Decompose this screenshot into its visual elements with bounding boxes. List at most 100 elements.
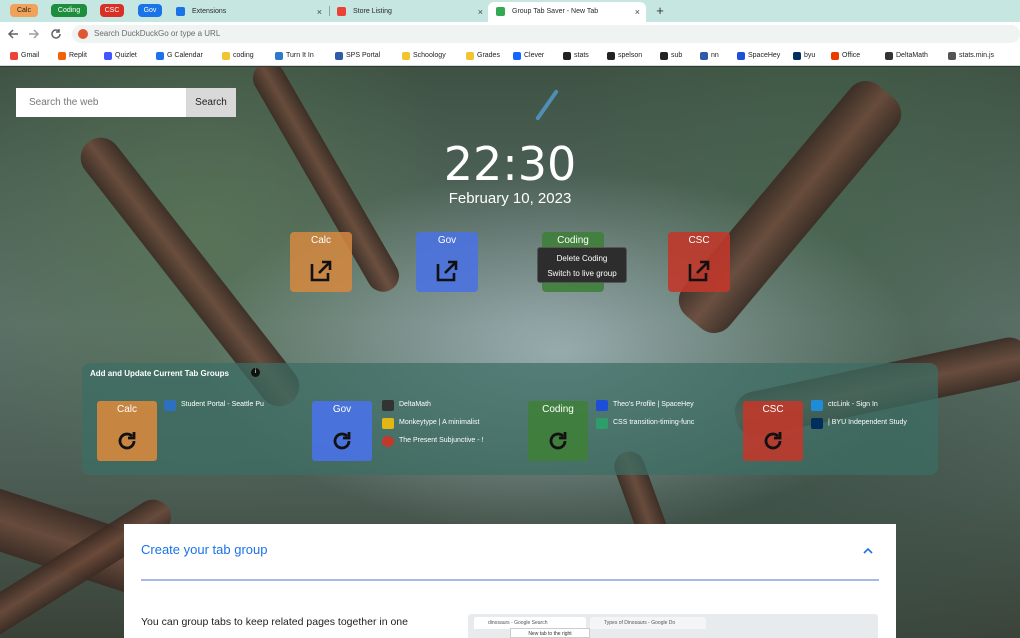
bookmark-label: spelson — [618, 52, 643, 59]
open-external-icon — [436, 260, 458, 282]
bookmark-deltamath[interactable]: DeltaMath — [885, 50, 928, 62]
tab-group-chip-coding[interactable]: Coding — [51, 4, 87, 17]
info-icon[interactable]: i — [251, 368, 260, 377]
refresh-icon — [549, 432, 567, 450]
tile-label: Coding — [557, 235, 589, 246]
bookmark-label: nn — [711, 52, 719, 59]
bookmark-replit[interactable]: Replit — [58, 50, 87, 62]
new-tab-page: Search the web Search 22:30 February 10,… — [0, 67, 1020, 638]
bookmark-label: SpaceHey — [748, 52, 781, 59]
bookmark-quizlet[interactable]: Quizlet — [104, 50, 137, 62]
duckduckgo-icon — [78, 29, 88, 39]
bookmark-schoology[interactable]: Schoology — [402, 50, 446, 62]
close-icon[interactable]: × — [635, 2, 640, 22]
bookmark-label: Turn It In — [286, 52, 314, 59]
bookmark-favicon-icon — [948, 52, 956, 60]
bookmark-nn[interactable]: nn — [700, 50, 719, 62]
bookmark-spelson[interactable]: spelson — [607, 50, 642, 62]
forward-button[interactable] — [27, 26, 41, 42]
bookmark-label: SPS Portal — [346, 52, 381, 59]
site-favicon-icon — [811, 400, 823, 411]
tile-label: CSC — [688, 235, 710, 246]
switch-live-group-menu-item[interactable]: Switch to live group — [538, 266, 626, 281]
tab-group-chip-gov[interactable]: Gov — [138, 4, 162, 17]
bookmark-favicon-icon — [222, 52, 230, 60]
launch-group-gov[interactable]: Gov — [416, 232, 478, 292]
back-arrow-icon — [7, 29, 18, 39]
omnibox[interactable]: Search DuckDuckGo or type a URL — [72, 25, 1020, 43]
bookmark-g-calendar[interactable]: G Calendar — [156, 50, 203, 62]
tab-group-chip-calc[interactable]: Calc — [10, 4, 38, 17]
clock: 22:30 — [443, 137, 577, 191]
bookmark-stats-min-js[interactable]: stats.min.js — [948, 50, 994, 62]
bookmark-favicon-icon — [335, 52, 343, 60]
tile-label: Calc — [116, 404, 137, 415]
bookmark-favicon-icon — [831, 52, 839, 60]
launch-group-csc[interactable]: CSC — [668, 232, 730, 292]
bookmark-sps-portal[interactable]: SPS Portal — [335, 50, 380, 62]
tab-store-listing[interactable]: Store Listing × — [329, 2, 489, 22]
bookmark-turn-it-in[interactable]: Turn It In — [275, 50, 314, 62]
group-tab-entry: | BYU Independent Study — [811, 416, 907, 430]
web-search-button[interactable]: Search — [186, 88, 236, 117]
site-favicon-icon — [382, 436, 394, 447]
reload-icon — [51, 29, 61, 39]
create-tab-group-card: Create your tab group You can group tabs… — [124, 524, 896, 638]
bookmark-favicon-icon — [402, 52, 410, 60]
tab-group-chip-csc[interactable]: CSC — [100, 4, 124, 17]
update-group-coding[interactable]: Coding — [528, 401, 588, 461]
bookmark-sub[interactable]: sub — [660, 50, 682, 62]
update-group-calc[interactable]: Calc — [97, 401, 157, 461]
puzzle-icon — [176, 7, 185, 16]
tab-title: Group Tab Saver - New Tab — [512, 8, 599, 15]
refresh-icon — [764, 432, 782, 450]
bookmark-favicon-icon — [275, 52, 283, 60]
bookmark-label: coding — [233, 52, 254, 59]
delete-group-menu-item[interactable]: Delete Coding — [538, 251, 626, 266]
group-tab-entry: Theo's Profile | SpaceHey — [596, 398, 694, 412]
close-icon[interactable]: × — [478, 2, 483, 22]
date: February 10, 2023 — [448, 190, 572, 207]
bookmark-grades[interactable]: Grades — [466, 50, 500, 62]
tab-extensions[interactable]: Extensions × — [168, 2, 328, 22]
tile-label: Calc — [310, 235, 331, 246]
bookmark-byu[interactable]: byu — [793, 50, 815, 62]
tab-group-tab-saver[interactable]: Group Tab Saver - New Tab × — [488, 2, 646, 22]
bookmark-coding[interactable]: coding — [222, 50, 254, 62]
close-icon[interactable]: × — [317, 2, 322, 22]
bookmark-favicon-icon — [10, 52, 18, 60]
bookmark-spacehey[interactable]: SpaceHey — [737, 50, 780, 62]
bookmark-favicon-icon — [607, 52, 615, 60]
tree-trunk — [670, 72, 910, 342]
tile-label: Gov — [437, 235, 457, 246]
bookmark-clever[interactable]: Clever — [513, 50, 544, 62]
new-tab-button[interactable]: + — [652, 2, 668, 20]
example-tab: Types of Dinosaurs - Google Do — [590, 617, 706, 629]
bookmark-stats[interactable]: stats — [563, 50, 589, 62]
refresh-icon — [333, 432, 351, 450]
site-favicon-icon — [382, 400, 394, 411]
context-menu: Delete Coding Switch to live group — [537, 247, 627, 283]
reload-button[interactable] — [49, 26, 63, 42]
bookmark-label: Schoology — [413, 52, 446, 59]
bookmark-office[interactable]: Office — [831, 50, 860, 62]
launch-group-calc[interactable]: Calc — [290, 232, 352, 292]
bookmark-favicon-icon — [156, 52, 164, 60]
web-search-input[interactable]: Search the web — [16, 88, 186, 117]
site-favicon-icon — [596, 418, 608, 429]
site-favicon-icon — [811, 418, 823, 429]
card-divider — [141, 579, 879, 581]
update-group-csc[interactable]: CSC — [743, 401, 803, 461]
bookmark-label: Clever — [524, 52, 545, 59]
bookmark-favicon-icon — [660, 52, 668, 60]
bookmark-label: stats — [574, 52, 589, 59]
forward-arrow-icon — [29, 29, 40, 39]
site-favicon-icon — [382, 418, 394, 429]
update-group-gov[interactable]: Gov — [312, 401, 372, 461]
card-title[interactable]: Create your tab group — [141, 542, 267, 557]
card-body-text: You can group tabs to keep related pages… — [141, 616, 408, 628]
bookmark-gmail[interactable]: Gmail — [10, 50, 39, 62]
group-tab-entry: Student Portal - Seattle Pu — [164, 398, 264, 412]
back-button[interactable] — [6, 26, 20, 42]
chevron-up-icon[interactable] — [861, 544, 875, 558]
